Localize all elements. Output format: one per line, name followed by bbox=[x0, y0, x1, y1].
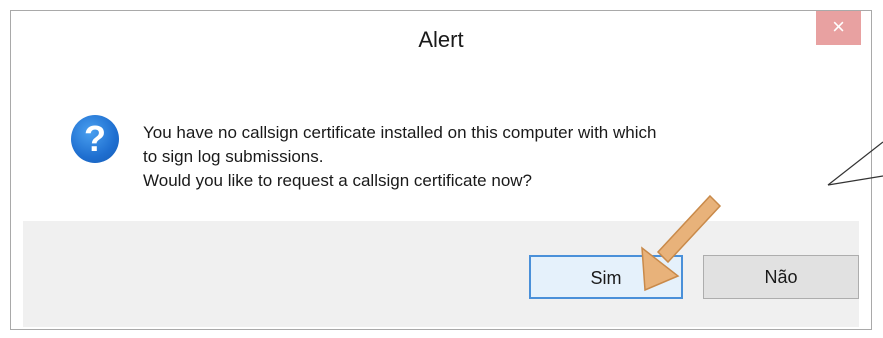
screen: Alert × ? You have no callsign certifica… bbox=[0, 0, 883, 338]
dialog-title: Alert bbox=[418, 27, 464, 52]
message-area: ? You have no callsign certificate insta… bbox=[23, 71, 859, 221]
question-icon: ? bbox=[71, 115, 119, 163]
message-line: to sign log submissions. bbox=[143, 147, 324, 166]
close-button[interactable]: × bbox=[816, 11, 861, 45]
title-bar: Alert × bbox=[11, 11, 871, 71]
no-button[interactable]: Não bbox=[703, 255, 859, 299]
yes-button[interactable]: Sim bbox=[529, 255, 683, 299]
button-bar: Sim Não bbox=[23, 221, 859, 327]
message-text: You have no callsign certificate install… bbox=[143, 121, 843, 193]
alert-dialog: Alert × ? You have no callsign certifica… bbox=[10, 10, 872, 330]
message-line: You have no callsign certificate install… bbox=[143, 123, 657, 142]
message-line: Would you like to request a callsign cer… bbox=[143, 171, 532, 190]
